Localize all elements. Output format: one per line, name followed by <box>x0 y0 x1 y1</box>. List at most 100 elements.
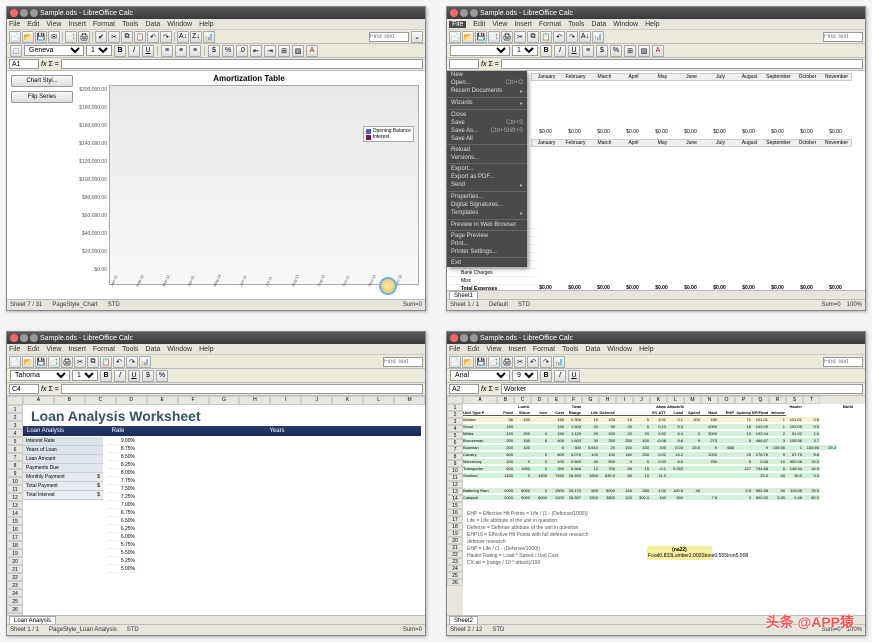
formula-input[interactable] <box>61 384 423 394</box>
italic-icon[interactable]: I <box>554 45 566 57</box>
paste-icon[interactable]: 📋 <box>540 31 552 43</box>
percent-icon[interactable]: % <box>610 45 622 57</box>
font-select[interactable]: Arial <box>450 370 510 381</box>
menu-file[interactable]: File <box>9 346 20 353</box>
currency-icon[interactable]: $ <box>208 45 220 57</box>
redo-icon[interactable]: ↷ <box>540 356 552 368</box>
menu-item[interactable]: Page Preview <box>447 232 527 240</box>
menu-format[interactable]: Format <box>539 21 561 28</box>
font-select[interactable]: Geneva <box>24 45 84 56</box>
menu-help[interactable]: Help <box>645 21 659 28</box>
table-row[interactable]: Cavalry60008004.0701001001802500.0213.21… <box>463 452 820 457</box>
sheet-tab[interactable]: Loan Analysis <box>9 616 56 624</box>
close-icon[interactable] <box>10 9 18 17</box>
table-row[interactable]: Scout1501501.50320902050.135.3400018103.… <box>463 424 820 429</box>
italic-icon[interactable]: I <box>114 370 126 382</box>
pdf-icon[interactable]: 📑 <box>48 356 60 368</box>
menubar[interactable]: File Edit View Insert Format Tools Data … <box>447 344 865 355</box>
fx-icon[interactable]: fx <box>481 386 486 393</box>
open-icon[interactable]: 📂 <box>462 356 474 368</box>
loan-inputs-panel[interactable]: Interest RateYears of LoanLoan AmountPay… <box>23 437 103 500</box>
menu-window[interactable]: Window <box>167 21 192 28</box>
undo-icon[interactable]: ↶ <box>147 31 159 43</box>
copy-icon[interactable]: ⧉ <box>121 31 133 43</box>
equals-icon[interactable]: = <box>495 61 499 68</box>
cut-icon[interactable]: ✂ <box>514 31 526 43</box>
menu-view[interactable]: View <box>492 21 507 28</box>
sum-icon[interactable]: Σ <box>48 61 52 68</box>
new-doc-icon[interactable]: 📄 <box>9 31 21 43</box>
cell-reference-input[interactable] <box>9 384 39 394</box>
styles-icon[interactable]: ⬚ <box>10 45 22 57</box>
borders-icon[interactable]: ⊞ <box>624 45 636 57</box>
maximize-icon[interactable] <box>470 334 478 342</box>
menu-item[interactable]: Open...Ctrl+O <box>447 79 527 87</box>
bgcolor-icon[interactable]: ▨ <box>292 45 304 57</box>
assistant-icon[interactable] <box>379 277 397 295</box>
close-icon[interactable] <box>450 334 458 342</box>
menu-item[interactable]: Export... <box>447 165 527 173</box>
sum-icon[interactable]: Σ <box>488 386 492 393</box>
menu-insert[interactable]: Insert <box>68 346 86 353</box>
bold-icon[interactable]: B <box>114 45 126 57</box>
menu-help[interactable]: Help <box>639 346 653 353</box>
equals-icon[interactable]: = <box>55 61 59 68</box>
bold-icon[interactable]: B <box>540 45 552 57</box>
bold-icon[interactable]: B <box>540 370 552 382</box>
spellcheck-icon[interactable]: ✔ <box>95 31 107 43</box>
email-icon[interactable]: ✉ <box>48 31 60 43</box>
cell-reference-input[interactable] <box>449 59 479 69</box>
menu-edit[interactable]: Edit <box>473 21 485 28</box>
menu-item[interactable]: Reload <box>447 146 527 154</box>
sheet-tab[interactable]: Sheet2 <box>449 616 478 624</box>
menu-item[interactable]: SaveCtrl+S <box>447 119 527 127</box>
table-row[interactable]: Worker561501500.306101001953.010.1200180… <box>463 417 820 422</box>
fontcolor-icon[interactable]: A <box>306 45 318 57</box>
percent-icon[interactable]: % <box>222 45 234 57</box>
font-select[interactable]: Tahoma <box>10 370 70 381</box>
menu-item[interactable]: Versions... <box>447 154 527 162</box>
italic-icon[interactable]: I <box>128 45 140 57</box>
menu-data[interactable]: Data <box>145 21 160 28</box>
menu-help[interactable]: Help <box>199 346 213 353</box>
menu-insert[interactable]: Insert <box>68 21 86 28</box>
menu-data[interactable]: Data <box>585 346 600 353</box>
print-icon[interactable]: 🖨 <box>501 31 513 43</box>
align-center-icon[interactable]: ≡ <box>175 45 187 57</box>
fx-icon[interactable]: fx <box>41 61 46 68</box>
undo-icon[interactable]: ↶ <box>527 356 539 368</box>
table-row[interactable]: Bowman20010063005.610201501501000.0325.0… <box>463 445 837 450</box>
currency-icon[interactable]: $ <box>142 370 154 382</box>
new-doc-icon[interactable]: 📄 <box>449 31 461 43</box>
menu-edit[interactable]: Edit <box>467 346 479 353</box>
formula-input[interactable] <box>501 59 863 69</box>
new-doc-icon[interactable]: 📄 <box>449 356 461 368</box>
font-select[interactable] <box>450 45 510 56</box>
menu-tools[interactable]: Tools <box>568 21 584 28</box>
chart[interactable]: Amortization Table $200,000.00$180,000.0… <box>77 71 425 299</box>
close-icon[interactable] <box>10 334 18 342</box>
chart-plot-area[interactable]: Opening Balance Interest <box>109 85 419 285</box>
equals-icon[interactable]: = <box>55 386 59 393</box>
paste-icon[interactable]: 📋 <box>134 31 146 43</box>
titlebar[interactable]: Sample.ods - LibreOffice Calc <box>7 7 425 19</box>
titlebar[interactable]: Sample.ods - LibreOffice Calc <box>447 7 865 19</box>
menu-tools[interactable]: Tools <box>122 346 138 353</box>
print-icon[interactable]: 🖨 <box>501 356 513 368</box>
indent-dec-icon[interactable]: ⇤ <box>250 45 262 57</box>
underline-icon[interactable]: U <box>568 370 580 382</box>
find-input[interactable] <box>823 32 863 42</box>
formula-input[interactable] <box>501 384 863 394</box>
table-row[interactable]: Militia12020001501.1292010020200.026.433… <box>463 431 820 436</box>
fontsize-select[interactable]: 10 <box>512 45 538 56</box>
cut-icon[interactable]: ✂ <box>74 356 86 368</box>
maximize-icon[interactable] <box>30 334 38 342</box>
fontsize-select[interactable]: 10 <box>72 370 98 381</box>
menu-item[interactable]: Preview in Web Browser <box>447 221 527 229</box>
content-area[interactable]: ABCDEFGHIJKLMNOPQRST 1234567891011121314… <box>447 396 865 615</box>
align-left-icon[interactable]: ≡ <box>161 45 173 57</box>
menu-tools[interactable]: Tools <box>562 346 578 353</box>
menu-file[interactable]: File <box>449 346 460 353</box>
sort-asc-icon[interactable]: A↓ <box>579 31 591 43</box>
table-row[interactable]: Catapult200050006000120028.6571500350010… <box>463 495 820 500</box>
